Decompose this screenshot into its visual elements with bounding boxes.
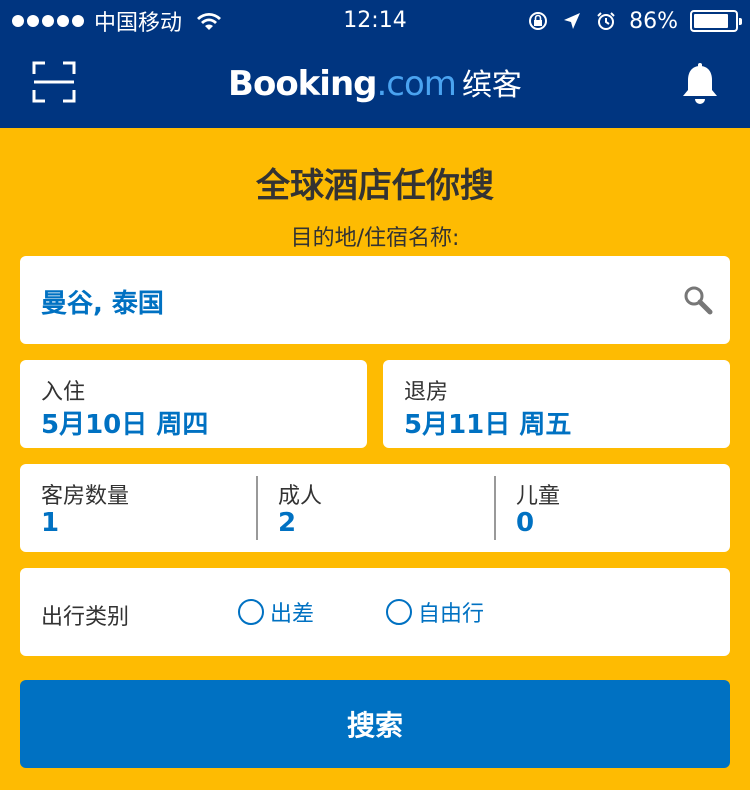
booking-logo: Booking.com 缤客 (0, 60, 750, 104)
location-arrow-icon (564, 13, 581, 29)
trip-option-business[interactable]: 出差 (238, 596, 314, 628)
destination-label: 目的地/住宿名称: (290, 226, 460, 251)
battery-level (694, 14, 729, 28)
children-selector[interactable]: 儿童 0 (495, 464, 731, 552)
rooms-selector[interactable]: 客房数量 1 (20, 464, 256, 552)
checkout-date-field[interactable]: 退房 5月11日 周五 (383, 360, 730, 448)
page-title: 全球酒店任你搜 (256, 166, 494, 206)
trip-option-label: 自由行 (418, 602, 485, 627)
radio-circle-icon (238, 599, 264, 625)
search-button[interactable]: 搜索 (20, 680, 730, 768)
logo-brand: Booking (228, 64, 377, 104)
checkin-value: 5月10日 周四 (41, 410, 209, 440)
checkin-label: 入住 (41, 380, 86, 405)
adults-value: 2 (278, 508, 297, 538)
status-right: 86% (527, 6, 742, 36)
children-label: 儿童 (516, 484, 561, 509)
battery-icon (690, 10, 742, 32)
occupancy-field: 客房数量 1 成人 2 儿童 0 (20, 464, 730, 552)
checkin-date-field[interactable]: 入住 5月10日 周四 (20, 360, 367, 448)
destination-value: 曼谷, 泰国 (41, 289, 164, 319)
radio-circle-icon (386, 599, 412, 625)
alarm-icon (597, 12, 615, 30)
rooms-value: 1 (41, 508, 60, 538)
search-icon[interactable] (682, 284, 714, 316)
checkout-label: 退房 (404, 380, 449, 405)
notification-bell-icon[interactable] (680, 62, 720, 106)
rooms-label: 客房数量 (41, 484, 130, 509)
trip-option-leisure[interactable]: 自由行 (386, 596, 484, 628)
trip-type-label: 出行类别 (41, 605, 130, 630)
trip-type-field: 出行类别 出差 自由行 (20, 568, 730, 656)
logo-domain: .com (376, 64, 457, 104)
logo-chinese: 缤客 (461, 68, 522, 103)
children-value: 0 (516, 508, 535, 538)
status-bar: 中国移动 12:14 86% (0, 0, 750, 42)
checkout-value: 5月11日 周五 (404, 410, 572, 440)
destination-field[interactable]: 曼谷, 泰国 (20, 256, 730, 344)
battery-percentage: 86% (629, 8, 678, 34)
adults-label: 成人 (278, 484, 323, 509)
trip-option-label: 出差 (270, 602, 315, 627)
app-header: Booking.com 缤客 (0, 42, 750, 128)
adults-selector[interactable]: 成人 2 (257, 464, 493, 552)
rotation-lock-icon (529, 12, 548, 30)
